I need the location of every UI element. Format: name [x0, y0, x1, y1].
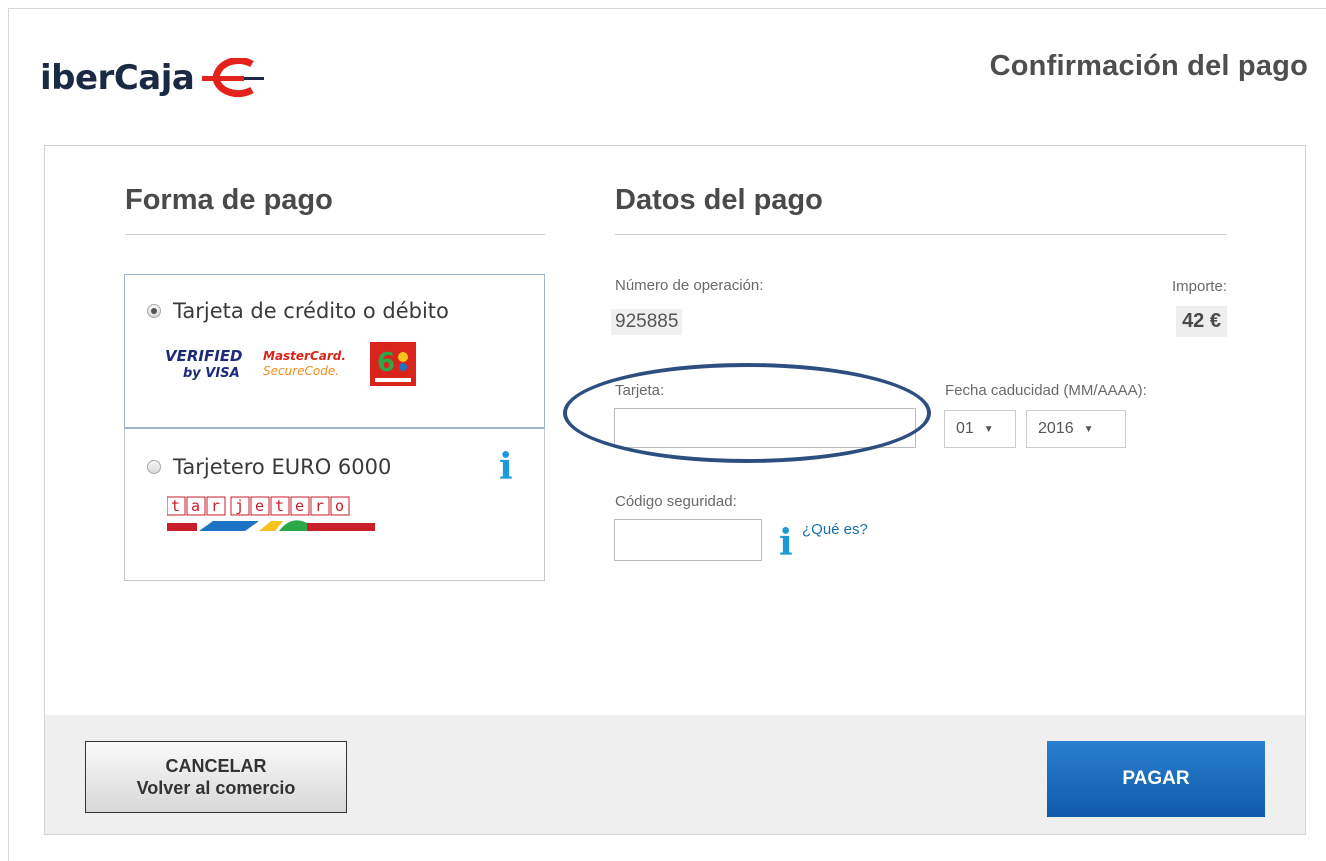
- card-number-input[interactable]: [614, 408, 916, 448]
- page-title: Confirmación del pago: [989, 50, 1308, 82]
- option-tarjetero[interactable]: Tarjetero EURO 6000: [147, 455, 391, 479]
- payment-data-title: Datos del pago: [615, 184, 823, 216]
- pay-button[interactable]: PAGAR: [1047, 741, 1265, 817]
- expiry-label: Fecha caducidad (MM/AAAA):: [945, 382, 1147, 399]
- security-code-info-icon[interactable]: i: [779, 525, 793, 561]
- option-tarjetero-label: Tarjetero EURO 6000: [173, 455, 392, 479]
- svg-text:j: j: [235, 497, 244, 515]
- expiry-month-select[interactable]: 01 ▼: [944, 410, 1016, 448]
- svg-text:by VISA: by VISA: [183, 366, 240, 381]
- svg-text:MasterCard.: MasterCard.: [263, 349, 346, 363]
- payment-method-divider: [125, 234, 545, 235]
- svg-text:6: 6: [377, 348, 395, 378]
- verified-by-visa-logo: VERIFIED by VISA: [165, 347, 243, 381]
- card-number-label: Tarjeta:: [615, 382, 665, 399]
- security-code-label: Código seguridad:: [615, 493, 737, 510]
- tarjetero-info-icon[interactable]: i: [499, 449, 513, 485]
- amount-value: 42 €: [1176, 306, 1227, 337]
- svg-text:VERIFIED: VERIFIED: [165, 347, 243, 365]
- what-is-it-link[interactable]: ¿Qué es?: [802, 521, 868, 538]
- option-credit-debit[interactable]: Tarjeta de crédito o débito: [147, 299, 449, 323]
- svg-text:o: o: [335, 497, 344, 515]
- option-credit-debit-label: Tarjeta de crédito o débito: [173, 299, 449, 323]
- expiry-year-value: 2016: [1038, 420, 1074, 437]
- radio-tarjetero[interactable]: [147, 460, 161, 474]
- ibercaja-logo: iberCaja: [40, 58, 266, 98]
- action-bar: CANCELAR Volver al comercio PAGAR: [45, 715, 1305, 834]
- chevron-down-icon: ▼: [983, 423, 994, 435]
- chevron-down-icon: ▼: [1083, 423, 1094, 435]
- svg-text:r: r: [211, 497, 220, 515]
- euro6000-logo: 6: [370, 342, 416, 386]
- cancel-button-sublabel: Volver al comercio: [136, 778, 296, 798]
- svg-text:t: t: [171, 497, 180, 515]
- radio-credit-debit[interactable]: [147, 304, 161, 318]
- operation-number-value: 925885: [611, 309, 683, 335]
- amount-label: Importe:: [1171, 278, 1227, 295]
- mastercard-securecode-logo: MasterCard. SecureCode.: [263, 349, 346, 378]
- expiry-month-value: 01: [956, 420, 974, 437]
- ibercaja-logo-mark-icon: [202, 58, 265, 97]
- card-brand-logos: VERIFIED by VISA MasterCard. SecureCode.…: [163, 341, 419, 387]
- svg-text:e: e: [295, 497, 304, 515]
- svg-text:t: t: [275, 497, 284, 515]
- payment-panel: Forma de pago Tarjeta de crédito o débit…: [44, 145, 1306, 835]
- svg-text:SecureCode.: SecureCode.: [263, 364, 339, 378]
- svg-text:e: e: [255, 497, 264, 515]
- cancel-button[interactable]: CANCELAR Volver al comercio: [85, 741, 347, 813]
- svg-text:r: r: [315, 497, 324, 515]
- payment-data-divider: [615, 234, 1227, 235]
- security-code-input[interactable]: [614, 519, 762, 561]
- svg-text:a: a: [191, 497, 200, 515]
- cancel-button-label: CANCELAR: [165, 756, 267, 776]
- expiry-year-select[interactable]: 2016 ▼: [1026, 410, 1126, 448]
- option-card-credit-debit[interactable]: Tarjeta de crédito o débito VERIFIED by …: [124, 274, 545, 429]
- payment-method-title: Forma de pago: [125, 184, 333, 216]
- logo-text: iberCaja: [40, 58, 195, 98]
- tarjetero-logo: t a r j e t e r o: [167, 496, 375, 531]
- payment-options: Tarjeta de crédito o débito VERIFIED by …: [124, 274, 545, 581]
- operation-number-label: Número de operación:: [615, 277, 764, 294]
